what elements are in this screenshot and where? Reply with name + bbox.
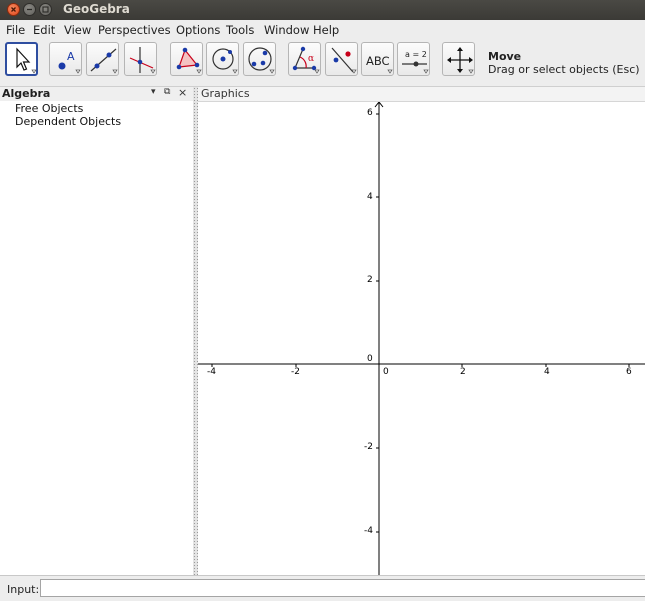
algebra-free-objects[interactable]: Free Objects <box>15 102 83 115</box>
perpendicular-line-icon <box>129 47 156 74</box>
graphics-view[interactable]: -4 -2 0 2 4 6 0 6 4 2 -2 -4 <box>198 102 645 575</box>
close-view-icon[interactable]: × <box>178 86 187 99</box>
algebra-view-title: Algebra <box>2 87 51 100</box>
angle-tool-button[interactable]: α <box>288 42 321 76</box>
x-tick-label: 2 <box>460 367 466 377</box>
menu-window[interactable]: Window <box>264 23 309 37</box>
menu-view[interactable]: View <box>64 23 91 37</box>
menu-perspectives[interactable]: Perspectives <box>98 23 171 37</box>
x-tick-label: 0 <box>383 367 389 377</box>
circle-three-points-icon <box>248 47 275 74</box>
reflect-about-line-icon <box>331 47 357 74</box>
undock-icon[interactable]: ⧉ <box>164 87 170 97</box>
menu-bar: File Edit View Perspectives Options Tool… <box>0 20 645 39</box>
menu-tools[interactable]: Tools <box>226 23 254 37</box>
x-tick-label: -4 <box>207 367 216 377</box>
algebra-view[interactable] <box>0 101 193 575</box>
algebra-dependent-objects[interactable]: Dependent Objects <box>15 115 121 128</box>
line-tool-button[interactable] <box>86 42 119 76</box>
title-bar: GeoGebra <box>0 0 645 20</box>
slider-icon: a = 2 <box>402 50 429 74</box>
arrow-cursor-icon <box>16 47 37 74</box>
line-through-points-icon <box>90 48 118 74</box>
y-tick-label: 6 <box>367 108 373 118</box>
x-tick-label: 6 <box>626 367 632 377</box>
reflect-tool-button[interactable] <box>325 42 358 76</box>
minimize-icon <box>27 8 32 11</box>
selected-tool-title: Move <box>488 50 522 63</box>
y-tick-label: 2 <box>367 275 373 285</box>
polygon-icon <box>176 47 202 74</box>
svg-text:ABC: ABC <box>366 54 390 68</box>
algebra-menu-toggle-icon[interactable]: ▾ <box>151 87 156 97</box>
axes <box>198 102 645 575</box>
svg-text:A: A <box>67 50 75 63</box>
algebra-view-header: Algebra ▾ ⧉ × <box>0 86 193 101</box>
window-close-button[interactable] <box>7 3 20 16</box>
svg-text:a = 2: a = 2 <box>405 50 427 59</box>
text-tool-button[interactable]: ABC <box>361 42 394 76</box>
point-tool-button[interactable]: A <box>49 42 82 76</box>
menu-edit[interactable]: Edit <box>33 23 55 37</box>
window-maximize-button[interactable] <box>39 3 52 16</box>
input-label: Input: <box>7 583 40 596</box>
x-tick-label: 4 <box>544 367 550 377</box>
graphics-view-title: Graphics <box>201 87 250 100</box>
input-field[interactable] <box>40 579 645 597</box>
origin-label: 0 <box>367 354 373 364</box>
point-A-icon: A <box>58 50 81 74</box>
window-minimize-button[interactable] <box>23 3 36 16</box>
x-tick-label: -2 <box>291 367 300 377</box>
polygon-tool-button[interactable] <box>170 42 203 76</box>
graphics-view-header: Graphics <box>198 87 645 102</box>
close-icon <box>11 7 16 12</box>
circle-center-icon <box>212 48 238 74</box>
circle-center-tool-button[interactable] <box>206 42 239 76</box>
input-bar: Input: <box>0 575 645 601</box>
svg-text:α: α <box>308 54 314 64</box>
y-tick-label: -2 <box>364 442 373 452</box>
move-tool-button[interactable] <box>5 42 38 76</box>
window-title: GeoGebra <box>63 2 130 16</box>
move-graphics-tool-button[interactable] <box>442 42 475 76</box>
menu-help[interactable]: Help <box>313 23 339 37</box>
y-tick-label: 4 <box>367 192 373 202</box>
maximize-icon <box>42 6 49 13</box>
angle-icon: α <box>292 46 320 74</box>
menu-options[interactable]: Options <box>176 23 220 37</box>
y-tick-label: -4 <box>364 526 373 536</box>
circle-three-points-tool-button[interactable] <box>243 42 276 76</box>
move-graphics-view-icon <box>447 47 474 74</box>
slider-tool-button[interactable]: a = 2 <box>397 42 430 76</box>
menu-file[interactable]: File <box>6 23 25 37</box>
selected-tool-description: Drag or select objects (Esc) <box>488 63 640 76</box>
text-abc-icon: ABC <box>366 54 393 74</box>
perpendicular-line-tool-button[interactable] <box>124 42 157 76</box>
